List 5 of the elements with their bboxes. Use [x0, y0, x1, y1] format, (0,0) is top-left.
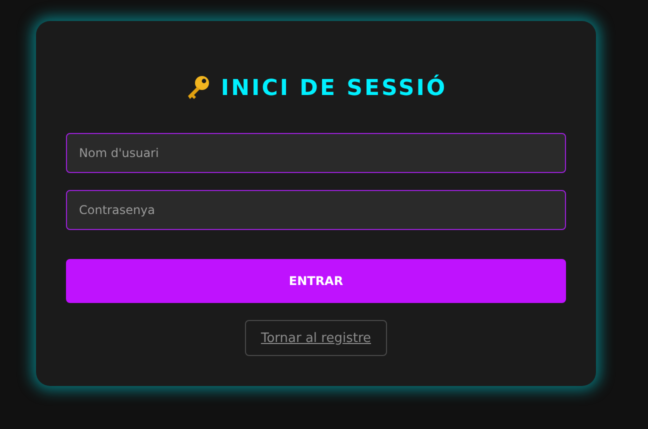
back-link[interactable]: Tornar al registre: [244, 320, 388, 356]
login-title: INICI DE SESSIÓ: [220, 76, 448, 100]
input-field[interactable]: Nom d'usuari: [66, 133, 566, 173]
submit-button[interactable]: ENTRAR: [66, 259, 566, 303]
input-field[interactable]: Contrasenya: [66, 190, 566, 230]
